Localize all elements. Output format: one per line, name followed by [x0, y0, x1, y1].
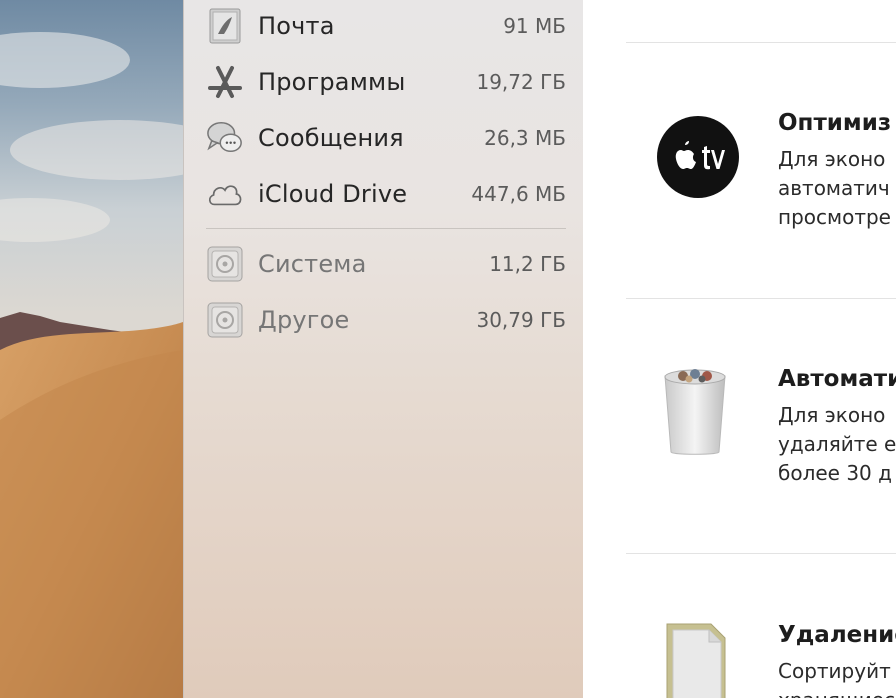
sidebar-item-messages[interactable]: Сообщения 26,3 МБ — [206, 118, 566, 158]
recommendation-description: Для эконо автоматич просмотре — [778, 145, 891, 232]
recommendation-line: Сортируйт — [778, 659, 891, 683]
storage-sidebar: Почта 91 МБ Программы 19,72 ГБ Сообщения — [183, 0, 584, 698]
sidebar-item-size: 19,72 ГБ — [476, 70, 566, 94]
section-divider — [626, 553, 896, 554]
document-icon — [655, 620, 743, 698]
sidebar-item-icloud-drive[interactable]: iCloud Drive 447,6 МБ — [206, 174, 566, 214]
recommendation-line: Для эконо — [778, 403, 886, 427]
sidebar-item-size: 11,2 ГБ — [489, 252, 566, 276]
sidebar-item-label: Программы — [258, 68, 406, 96]
trash-icon — [655, 366, 743, 455]
sidebar-divider — [206, 228, 566, 229]
recommendation-description: Сортируйт хранящиес — [778, 657, 895, 698]
sidebar-item-label: Почта — [258, 12, 335, 40]
sidebar-item-label: Другое — [258, 306, 350, 334]
sidebar-item-label: iCloud Drive — [258, 180, 408, 208]
apple-tv-icon — [655, 114, 743, 202]
icloud-icon — [206, 175, 244, 213]
recommendation-line: Для эконо — [778, 147, 886, 171]
section-divider — [626, 42, 896, 43]
messages-icon — [206, 119, 244, 157]
section-divider — [626, 298, 896, 299]
recommendation-title: Удаление — [778, 622, 896, 648]
sidebar-item-size: 26,3 МБ — [484, 126, 566, 150]
sidebar-item-apps[interactable]: Программы 19,72 ГБ — [206, 62, 566, 102]
other-disk-icon — [206, 301, 244, 339]
sidebar-item-mail[interactable]: Почта 91 МБ — [206, 6, 566, 46]
recommendation-line: более 30 д — [778, 461, 892, 485]
recommendation-title: Оптимиз — [778, 110, 892, 136]
sidebar-item-label: Сообщения — [258, 124, 404, 152]
sidebar-item-size: 30,79 ГБ — [476, 308, 566, 332]
recommendation-line: удаляйте е — [778, 432, 896, 456]
sidebar-item-size: 447,6 МБ — [471, 182, 566, 206]
recommendation-line: просмотре — [778, 205, 891, 229]
desktop-wallpaper — [0, 0, 183, 698]
recommendations-pane: Оптимиз Для эконо автоматич просмотре Ав… — [583, 0, 896, 698]
recommendation-title: Автомати — [778, 366, 896, 392]
sidebar-item-system[interactable]: Система 11,2 ГБ — [206, 244, 566, 284]
recommendation-description: Для эконо удаляйте е более 30 д — [778, 401, 896, 488]
sidebar-item-other[interactable]: Другое 30,79 ГБ — [206, 300, 566, 340]
mail-stamp-icon — [206, 7, 244, 45]
app-store-icon — [206, 63, 244, 101]
recommendation-line: автоматич — [778, 176, 890, 200]
recommendation-line: хранящиес — [778, 686, 895, 698]
sidebar-item-label: Система — [258, 250, 367, 278]
system-disk-icon — [206, 245, 244, 283]
sidebar-item-size: 91 МБ — [503, 14, 566, 38]
